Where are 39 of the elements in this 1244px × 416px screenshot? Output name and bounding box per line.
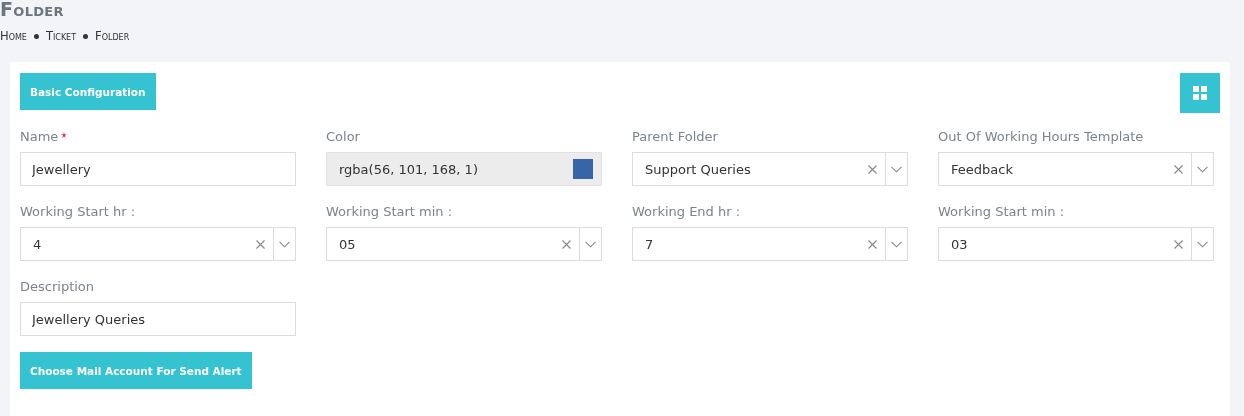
- text-field[interactable]: Jewellery Queries: [20, 302, 296, 336]
- separator-dot-icon: [83, 33, 89, 39]
- field-label: Working Start min :: [938, 204, 1065, 219]
- clear-icon[interactable]: [1174, 164, 1183, 174]
- clear-icon[interactable]: [868, 239, 877, 249]
- color-swatch[interactable]: [573, 159, 593, 179]
- clear-icon[interactable]: [256, 239, 265, 249]
- chevron-down-icon[interactable]: [1197, 165, 1208, 173]
- field-label: Parent Folder: [632, 129, 718, 144]
- separator-dot-icon: [33, 33, 39, 39]
- select-field[interactable]: 7: [632, 227, 908, 261]
- select-field[interactable]: 05: [326, 227, 602, 261]
- chevron-down-icon[interactable]: [891, 240, 902, 248]
- breadcrumb-link[interactable]: Home: [0, 29, 27, 43]
- field-label: Name: [20, 129, 59, 144]
- chevron-down-icon[interactable]: [279, 240, 290, 248]
- breadcrumb-link[interactable]: Ticket: [45, 29, 77, 43]
- chevron-down-icon[interactable]: [585, 240, 596, 248]
- page-title: Folder: [0, 0, 65, 18]
- chevron-down-icon[interactable]: [891, 165, 902, 173]
- field-label: Working End hr :: [632, 204, 741, 219]
- select-field[interactable]: 4: [20, 227, 296, 261]
- chevron-down-icon[interactable]: [1197, 240, 1208, 248]
- field-label: Color: [326, 129, 360, 144]
- clear-icon[interactable]: [562, 239, 571, 249]
- field-label: Working Start hr :: [20, 204, 136, 219]
- breadcrumb-link[interactable]: Folder: [95, 29, 130, 43]
- grid-icon: [1193, 86, 1207, 100]
- field-label: Out Of Working Hours Template: [938, 129, 1144, 144]
- select-field[interactable]: Feedback: [938, 152, 1214, 186]
- color-field[interactable]: rgba(56, 101, 168, 1): [326, 152, 602, 186]
- clear-icon[interactable]: [868, 164, 877, 174]
- field-label: Description: [20, 279, 95, 294]
- text-field[interactable]: Jewellery: [20, 152, 296, 186]
- select-field[interactable]: 03: [938, 227, 1214, 261]
- grid-view-button[interactable]: [1180, 73, 1220, 113]
- field-label: Working Start min :: [326, 204, 453, 219]
- select-field[interactable]: Support Queries: [632, 152, 908, 186]
- clear-icon[interactable]: [1174, 239, 1183, 249]
